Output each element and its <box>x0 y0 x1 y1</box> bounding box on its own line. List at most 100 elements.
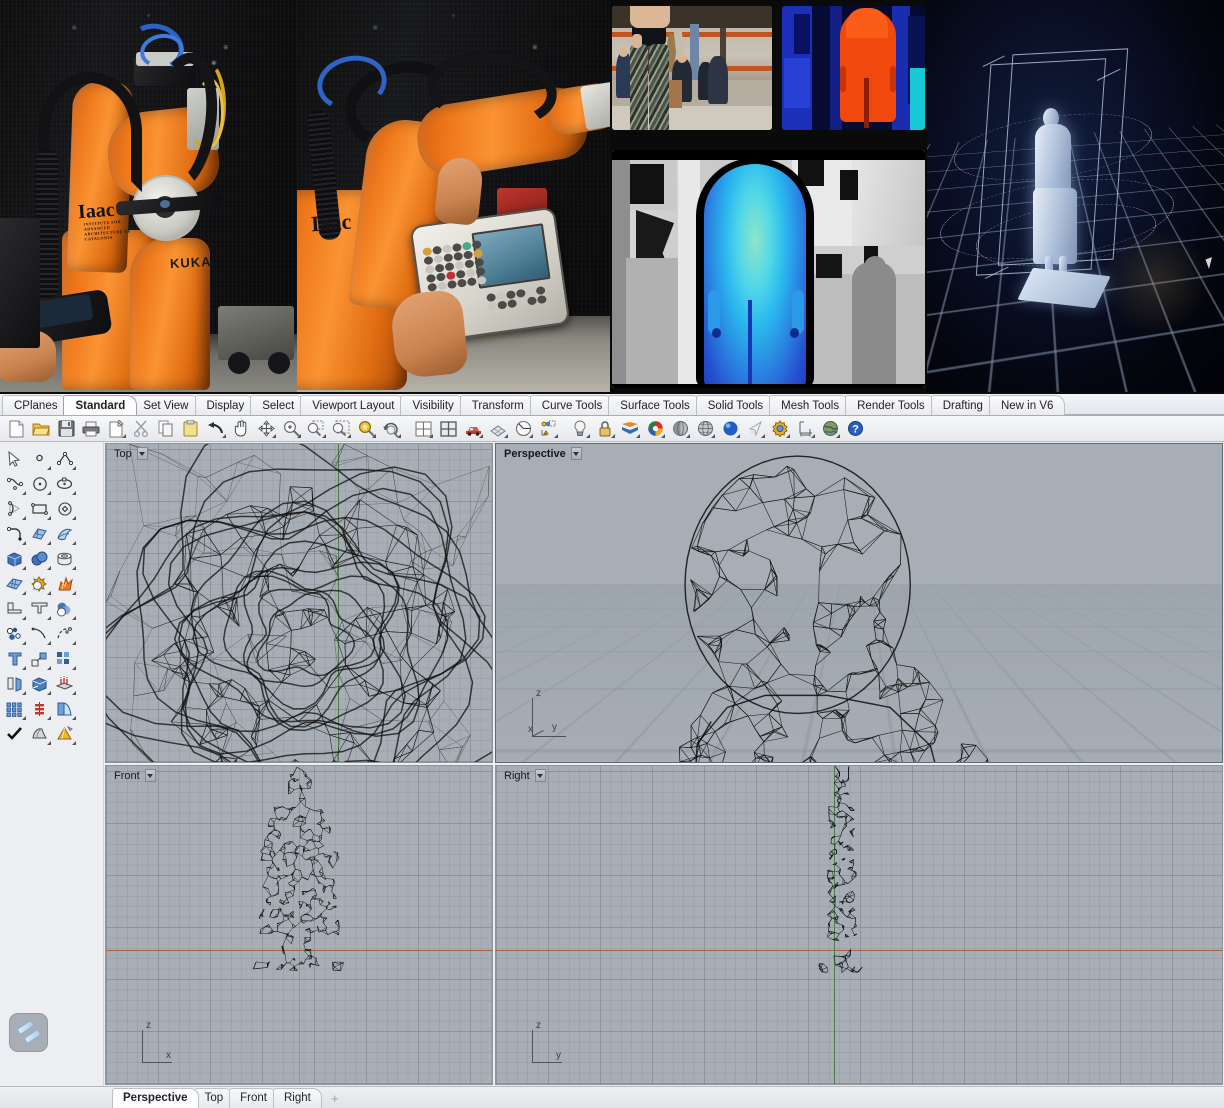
blend-curve-icon[interactable] <box>52 621 77 646</box>
chamfer-solid-icon[interactable] <box>27 671 52 696</box>
surface-from-curves-icon[interactable] <box>27 521 52 546</box>
tab-transform[interactable]: Transform <box>459 395 536 415</box>
offset-curve-icon[interactable] <box>27 621 52 646</box>
named-cplane-icon[interactable] <box>536 417 560 440</box>
viewport-tab-front[interactable]: Front <box>229 1088 278 1108</box>
fillet-curve-icon[interactable] <box>2 521 27 546</box>
trim-icon[interactable] <box>52 596 77 621</box>
tab-set-view[interactable]: Set View <box>131 395 201 415</box>
viewport-top[interactable]: Top <box>105 443 493 763</box>
copy-icon[interactable] <box>154 417 178 440</box>
viewport-top-menu-caret[interactable] <box>136 447 148 460</box>
shaded-view-icon[interactable] <box>668 417 692 440</box>
check-valid-icon[interactable] <box>2 721 27 746</box>
viewport-front-title[interactable]: Front <box>108 768 158 783</box>
surface-edit-icon[interactable] <box>2 571 27 596</box>
zoom-in-icon[interactable] <box>279 417 303 440</box>
array-icon[interactable] <box>52 646 77 671</box>
rotate-view-icon[interactable] <box>379 417 403 440</box>
layer-state-icon[interactable] <box>618 417 642 440</box>
tab-surface-tools[interactable]: Surface Tools <box>608 395 702 415</box>
orient-icon[interactable] <box>52 671 77 696</box>
open-file-icon[interactable] <box>29 417 53 440</box>
scale-icon[interactable] <box>27 646 52 671</box>
lock-icon[interactable] <box>593 417 617 440</box>
extrude-curve-icon[interactable] <box>2 596 27 621</box>
split-icon[interactable] <box>2 621 27 646</box>
move-icon[interactable] <box>254 417 278 440</box>
render-preview-icon[interactable] <box>461 417 485 440</box>
zoom-selected-icon[interactable] <box>354 417 378 440</box>
viewport-tab-top[interactable]: Top <box>193 1088 235 1108</box>
zoom-extents-icon[interactable] <box>329 417 353 440</box>
tab-standard[interactable]: Standard <box>63 395 138 415</box>
viewport-perspective[interactable]: Perspective z x y <box>495 443 1223 763</box>
unroll-icon[interactable] <box>52 696 77 721</box>
cut-icon[interactable] <box>129 417 153 440</box>
tab-solid-tools[interactable]: Solid Tools <box>695 395 776 415</box>
polyline-icon[interactable] <box>52 446 77 471</box>
add-viewport-tab-button[interactable]: + <box>325 1089 345 1107</box>
text-object-icon[interactable] <box>2 646 27 671</box>
rendered-view-icon[interactable] <box>718 417 742 440</box>
rect-array-icon[interactable] <box>2 696 27 721</box>
tab-viewport-layout[interactable]: Viewport Layout <box>300 395 407 415</box>
environment-icon[interactable] <box>818 417 842 440</box>
tab-drafting[interactable]: Drafting <box>930 395 995 415</box>
viewport-right-menu-caret[interactable] <box>534 769 546 782</box>
mesh-tools-icon[interactable] <box>27 721 52 746</box>
viewport-front[interactable]: Front z x <box>105 765 493 1085</box>
viewport-perspective-menu-caret[interactable] <box>570 447 582 460</box>
curve-interp-icon[interactable] <box>2 471 27 496</box>
tab-mesh-tools[interactable]: Mesh Tools <box>769 395 852 415</box>
viewport-tab-right[interactable]: Right <box>272 1088 322 1108</box>
print-icon[interactable] <box>79 417 103 440</box>
explode-icon[interactable] <box>52 571 77 596</box>
render-mesh-icon[interactable] <box>486 417 510 440</box>
new-file-icon[interactable] <box>4 417 28 440</box>
color-wheel-icon[interactable] <box>643 417 667 440</box>
undo-icon[interactable] <box>204 417 228 440</box>
analyze-icon[interactable] <box>27 696 52 721</box>
ghosted-view-icon[interactable] <box>693 417 717 440</box>
arc-icon[interactable] <box>2 496 27 521</box>
arctic-view-icon[interactable] <box>743 417 767 440</box>
boolean-union-icon[interactable] <box>27 571 52 596</box>
zoom-window-icon[interactable] <box>304 417 328 440</box>
viewport-front-menu-caret[interactable] <box>144 769 156 782</box>
tab-select[interactable]: Select <box>250 395 307 415</box>
new-layout-icon[interactable] <box>104 417 128 440</box>
viewport-tab-perspective[interactable]: Perspective <box>112 1088 199 1108</box>
viewport-perspective-title[interactable]: Perspective <box>498 446 584 461</box>
viewport-four-icon[interactable] <box>436 417 460 440</box>
render-cone-icon[interactable] <box>52 721 77 746</box>
polygon-icon[interactable] <box>52 496 77 521</box>
tab-new-in-v6[interactable]: New in V6 <box>988 395 1066 415</box>
dimension-icon[interactable] <box>793 417 817 440</box>
rectangle-icon[interactable] <box>27 496 52 521</box>
cplane-origin-icon[interactable] <box>511 417 535 440</box>
options-gear-icon[interactable] <box>768 417 792 440</box>
tab-curve-tools[interactable]: Curve Tools <box>529 395 615 415</box>
tab-cplanes[interactable]: CPlanes <box>2 395 70 415</box>
tab-render-tools[interactable]: Render Tools <box>845 395 937 415</box>
tab-visibility[interactable]: Visibility <box>400 395 466 415</box>
cylinder-icon[interactable] <box>52 546 77 571</box>
box-icon[interactable] <box>2 546 27 571</box>
extrude-surface-icon[interactable] <box>27 596 52 621</box>
sphere-icon[interactable] <box>27 546 52 571</box>
pan-icon[interactable] <box>229 417 253 440</box>
rhino-launcher-icon[interactable] <box>9 1013 48 1052</box>
circle-icon[interactable] <box>27 471 52 496</box>
tab-display[interactable]: Display <box>194 395 257 415</box>
ellipse-icon[interactable] <box>52 471 77 496</box>
paste-icon[interactable] <box>179 417 203 440</box>
viewport-right-title[interactable]: Right <box>498 768 548 783</box>
viewport-right[interactable]: Right z y <box>495 765 1223 1085</box>
light-icon[interactable] <box>568 417 592 440</box>
viewport-single-icon[interactable] <box>411 417 435 440</box>
point-icon[interactable] <box>27 446 52 471</box>
select-arrow-icon[interactable] <box>2 446 27 471</box>
save-file-icon[interactable] <box>54 417 78 440</box>
viewport-top-title[interactable]: Top <box>108 446 150 461</box>
